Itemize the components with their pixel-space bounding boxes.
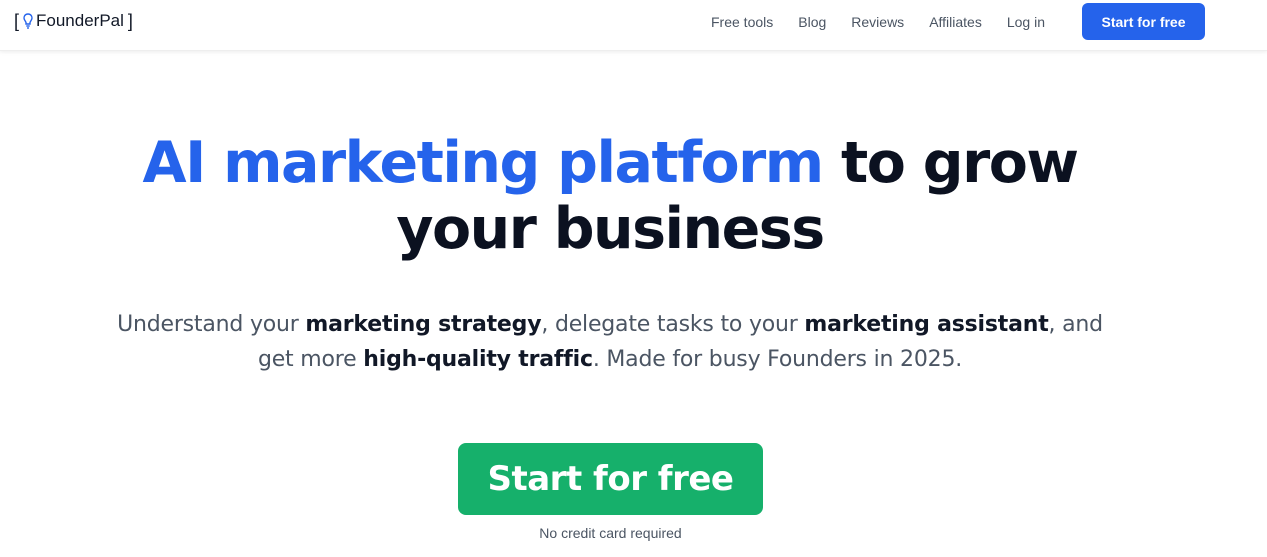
logo-text: FounderPal — [36, 11, 124, 30]
header-start-for-free-button[interactable]: Start for free — [1082, 3, 1205, 40]
site-header: [ FounderPal ] Free tools Blog Reviews A… — [0, 0, 1267, 51]
hero-sub-bold-3: high-quality traffic — [363, 347, 593, 372]
logo-bracket-right: ] — [127, 10, 133, 31]
hero-subtitle: Understand your marketing strategy, dele… — [100, 307, 1120, 377]
hero-sub-part-4: . Made for busy Founders in 2025. — [592, 347, 963, 372]
nav-blog[interactable]: Blog — [798, 14, 826, 30]
hero-start-for-free-button[interactable]: Start for free — [458, 443, 763, 515]
hero-sub-part-2: , delegate tasks to your — [541, 312, 805, 337]
hero-sub-bold-2: marketing assistant — [804, 312, 1049, 337]
hero-sub-bold-1: marketing strategy — [305, 312, 542, 337]
logo-bracket-left: [ — [14, 10, 20, 31]
hero-title-rest-1: to grow — [841, 130, 1079, 196]
hero-title-rest-2: your business — [396, 196, 825, 262]
nav-log-in[interactable]: Log in — [1007, 14, 1045, 30]
main-nav: Free tools Blog Reviews Affiliates Log i… — [711, 14, 1070, 30]
nav-affiliates[interactable]: Affiliates — [929, 14, 982, 30]
hero-sub-part-1: Understand your — [117, 312, 306, 337]
nav-free-tools[interactable]: Free tools — [711, 14, 773, 30]
hero-title-accent: AI marketing platform — [142, 130, 824, 196]
no-credit-card-note: No credit card required — [539, 525, 682, 541]
hero-title: AI marketing platform to grow your busin… — [0, 130, 1220, 262]
nav-reviews[interactable]: Reviews — [851, 14, 904, 30]
lightbulb-icon — [23, 13, 33, 29]
logo[interactable]: [ FounderPal ] — [14, 10, 133, 32]
